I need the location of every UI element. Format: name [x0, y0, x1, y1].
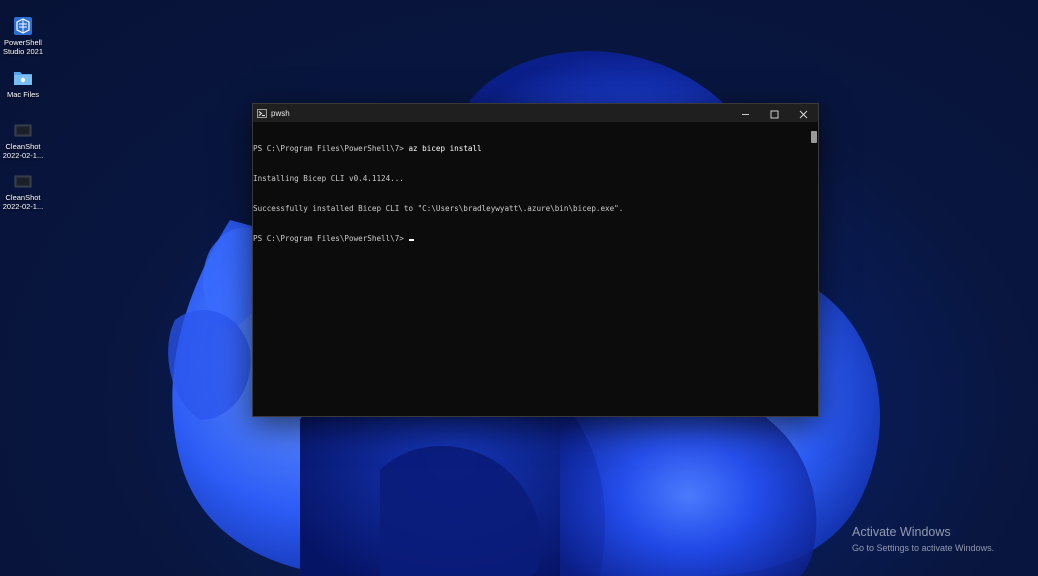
- screenshot-file-icon: [13, 120, 33, 140]
- maximize-button[interactable]: [760, 104, 789, 122]
- activate-windows-subtitle: Go to Settings to activate Windows.: [852, 543, 995, 553]
- folder-icon: [13, 68, 33, 88]
- console-command: az bicep install: [408, 144, 482, 153]
- terminal-titlebar[interactable]: pwsh: [253, 104, 818, 122]
- desktop-icon-label: CleanShot: [5, 142, 41, 151]
- desktop-icon-label: 2022-02-1...: [2, 151, 44, 160]
- terminal-scrollbar[interactable]: [811, 131, 817, 143]
- console-line: PS C:\Program Files\PowerShell\7>: [253, 234, 808, 244]
- desktop-icon-label: 2022-02-1...: [2, 202, 44, 211]
- desktop-icon-cleanshot-1[interactable]: CleanShot 2022-02-1...: [0, 120, 46, 160]
- console-line: Installing Bicep CLI v0.4.1124...: [253, 174, 404, 183]
- desktop-icon-mac-files[interactable]: Mac Files: [0, 68, 46, 99]
- powershell-icon: [257, 108, 267, 118]
- activate-windows-watermark: Activate Windows Go to Settings to activ…: [852, 525, 994, 554]
- desktop-icon-cleanshot-2[interactable]: CleanShot 2022-02-1...: [0, 171, 46, 211]
- minimize-button[interactable]: [731, 104, 760, 122]
- text-cursor: [409, 239, 415, 241]
- console-prompt: PS C:\Program Files\PowerShell\7>: [253, 234, 409, 243]
- close-button[interactable]: [789, 104, 818, 122]
- maximize-icon: [770, 104, 779, 123]
- desktop-icon-label: CleanShot: [5, 193, 41, 202]
- console-line: PS C:\Program Files\PowerShell\7> az bic…: [253, 144, 808, 154]
- console-line: Successfully installed Bicep CLI to "C:\…: [253, 204, 624, 213]
- desktop-icon-label: PowerShell: [4, 38, 42, 47]
- terminal-console[interactable]: PS C:\Program Files\PowerShell\7> az bic…: [253, 122, 808, 416]
- activate-windows-title: Activate Windows: [852, 525, 951, 539]
- desktop-icon-label: Mac Files: [6, 90, 40, 99]
- terminal-window[interactable]: pwsh PS C:\Program Files\PowerShell\7> a…: [252, 103, 819, 417]
- console-prompt: PS C:\Program Files\PowerShell\7>: [253, 144, 409, 153]
- minimize-icon: [741, 104, 750, 123]
- powershell-studio-icon: [13, 16, 33, 36]
- window-controls: [731, 104, 818, 122]
- desktop-icon-powershell-studio[interactable]: PowerShell Studio 2021: [0, 16, 46, 56]
- desktop-icon-label: Studio 2021: [2, 47, 44, 56]
- screenshot-file-icon: [13, 171, 33, 191]
- desktop: PowerShell Studio 2021 Mac Files CleanSh…: [0, 0, 1038, 576]
- close-icon: [799, 104, 808, 123]
- terminal-tab-title[interactable]: pwsh: [271, 109, 290, 118]
